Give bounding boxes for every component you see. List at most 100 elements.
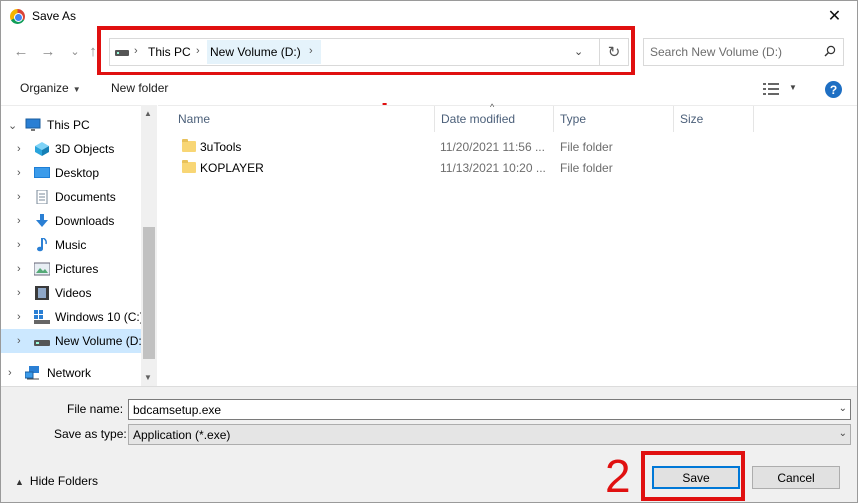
save-as-dialog: Save As ✕ ← → ⌄ ↑ › This PC › New Volume… (0, 0, 858, 503)
annotation-box-1 (97, 26, 635, 76)
close-icon: ✕ (827, 8, 842, 25)
desktop-icon (34, 167, 50, 178)
nav-label: Music (55, 238, 87, 252)
chevron-right-icon[interactable]: › (17, 191, 21, 203)
chevron-right-icon[interactable]: › (17, 335, 21, 347)
file-row[interactable]: 3uTools 11/20/2021 11:56 ... File folder (172, 137, 852, 158)
chevron-down-icon[interactable]: ⌄ (839, 403, 847, 414)
nav-item-desktop[interactable]: › Desktop (1, 161, 141, 185)
search-input[interactable] (650, 44, 820, 60)
file-row[interactable]: KOPLAYER 11/13/2021 10:20 ... File folde… (172, 158, 852, 179)
navigation-pane: ⌄ This PC › 3D Objects › Desktop › Docum… (1, 105, 157, 386)
file-name-combo[interactable]: ⌄ (128, 399, 851, 420)
file-list: Name Date modified ^ Type Size 3uTools 1… (158, 102, 857, 386)
chevron-right-icon[interactable]: › (17, 167, 21, 179)
network-icon (25, 366, 39, 380)
file-date: 11/20/2021 11:56 ... (440, 140, 545, 154)
file-name: 3uTools (200, 140, 242, 154)
nav-item-pictures[interactable]: › Pictures (1, 257, 141, 281)
toolbar: Organize ▼ New folder ▼ ? (1, 75, 857, 103)
videos-icon (35, 286, 49, 300)
column-header-size[interactable]: Size (674, 106, 754, 132)
pictures-icon (34, 262, 50, 276)
window-title: Save As (32, 9, 77, 23)
file-type: File folder (560, 161, 613, 175)
views-caret-icon[interactable]: ▼ (789, 83, 797, 92)
nav-item-music[interactable]: › Music (1, 233, 141, 257)
chevron-right-icon[interactable]: › (17, 143, 21, 155)
organize-label: Organize (20, 81, 69, 95)
download-icon (36, 214, 48, 227)
organize-button[interactable]: Organize ▼ (20, 81, 81, 95)
drive-icon (34, 340, 50, 346)
caret-down-icon: ▼ (72, 85, 81, 94)
hide-folders-button[interactable]: ▲ Hide Folders (15, 474, 98, 488)
nav-item-network[interactable]: › Network (1, 361, 141, 385)
search-box[interactable] (643, 38, 844, 66)
save-as-type-value: Application (*.exe) (133, 428, 231, 442)
column-header-name[interactable]: Name (172, 106, 435, 132)
save-as-type-select[interactable]: Application (*.exe) ⌄ (128, 424, 851, 445)
nav-item-documents[interactable]: › Documents (1, 185, 141, 209)
nav-item-3d-objects[interactable]: › 3D Objects (1, 137, 141, 161)
chevron-right-icon[interactable]: › (8, 367, 12, 379)
column-label: Date modified (441, 112, 516, 126)
arrow-up-icon: ↑ (89, 42, 97, 60)
chevron-right-icon[interactable]: › (17, 311, 21, 323)
help-icon[interactable]: ? (825, 81, 842, 98)
nav-label: Downloads (55, 214, 115, 228)
chevron-right-icon[interactable]: › (17, 263, 21, 275)
recent-locations-button[interactable]: ⌄ (65, 41, 85, 61)
column-header-type[interactable]: Type (554, 106, 674, 132)
nav-item-this-pc[interactable]: ⌄ This PC (1, 113, 141, 137)
windows-drive-icon (34, 310, 50, 324)
file-date: 11/13/2021 10:20 ... (440, 161, 546, 175)
music-icon (37, 238, 47, 252)
nav-label: Documents (55, 190, 116, 204)
views-icon[interactable] (763, 83, 779, 95)
annotation-number-2: 2 (605, 450, 631, 502)
nav-item-windows-c[interactable]: › Windows 10 (C:) (1, 305, 144, 329)
file-name: KOPLAYER (200, 161, 264, 175)
annotation-box-2 (641, 451, 745, 501)
cube-icon (35, 142, 49, 156)
cancel-button[interactable]: Cancel (752, 466, 840, 489)
folder-icon (182, 160, 196, 173)
folder-icon (182, 139, 196, 152)
search-icon (824, 45, 836, 57)
chevron-down-icon[interactable]: ⌄ (8, 119, 17, 132)
file-name-input[interactable] (133, 402, 823, 417)
scroll-thumb[interactable] (143, 227, 155, 359)
file-type: File folder (560, 140, 613, 154)
nav-scrollbar[interactable]: ▲ ▼ (141, 105, 157, 386)
nav-label: Network (47, 366, 92, 380)
arrow-right-icon: → (40, 42, 56, 60)
nav-label: Windows 10 (C:) (55, 310, 144, 324)
chevron-right-icon[interactable]: › (17, 287, 21, 299)
nav-label: This PC (47, 118, 90, 132)
chevron-down-icon: ⌄ (70, 45, 80, 58)
forward-button[interactable]: → (38, 41, 58, 61)
arrow-left-icon: ← (13, 42, 29, 60)
chevron-down-icon[interactable]: ⌄ (839, 428, 847, 439)
chevron-right-icon[interactable]: › (17, 215, 21, 227)
nav-label: 3D Objects (55, 142, 115, 156)
documents-icon (36, 190, 48, 204)
file-name-label: File name: (67, 402, 124, 416)
column-header-date-modified[interactable]: Date modified (435, 106, 554, 132)
nav-label: Pictures (55, 262, 99, 276)
nav-item-downloads[interactable]: › Downloads (1, 209, 141, 233)
nav-item-new-volume-d[interactable]: › New Volume (D:) (1, 329, 146, 353)
chrome-icon (10, 9, 25, 24)
nav-item-videos[interactable]: › Videos (1, 281, 141, 305)
close-button[interactable]: ✕ (812, 1, 857, 31)
chevron-right-icon[interactable]: › (17, 239, 21, 251)
nav-label: Videos (55, 286, 92, 300)
nav-label: Desktop (55, 166, 100, 180)
scroll-down-icon[interactable]: ▼ (144, 373, 152, 382)
scroll-up-icon[interactable]: ▲ (144, 109, 152, 118)
back-button[interactable]: ← (11, 41, 31, 61)
monitor-icon (25, 118, 41, 131)
new-folder-button[interactable]: New folder (111, 81, 168, 95)
save-as-type-label: Save as type: (54, 427, 127, 441)
